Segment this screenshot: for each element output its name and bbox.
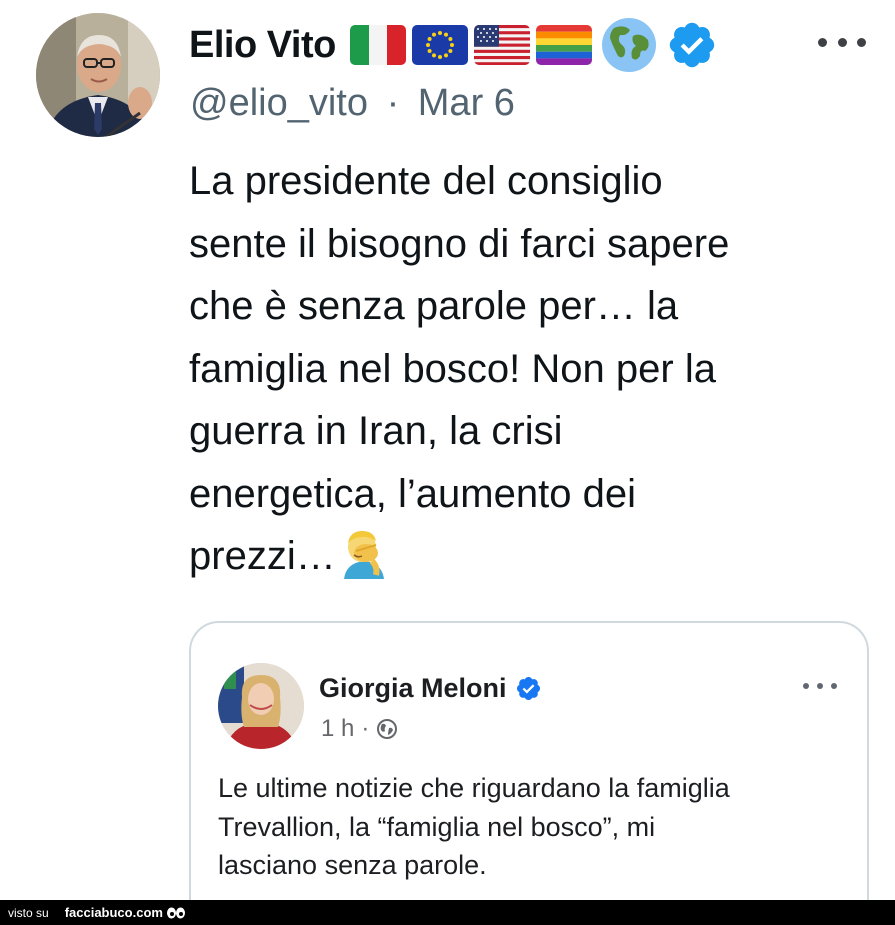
author-display-name[interactable]: Elio Vito (189, 24, 336, 67)
eyes-icon (166, 906, 186, 920)
handle-date-row: @elio_vito · Mar 6 (190, 82, 515, 125)
globe-icon (600, 16, 658, 74)
tweet-text-line: guerra in Iran, la crisi (189, 409, 563, 453)
author-name-row: Elio Vito (189, 14, 718, 76)
tweet-text-last-line: prezzi… (189, 525, 869, 588)
watermark-site[interactable]: facciabuco.com (65, 905, 163, 920)
tweet-text-line: sente il bisogno di farci sapere (189, 221, 730, 266)
tweet-text-line: energetica, l’aumento dei (189, 471, 636, 516)
quote-text-line: Le ultime notizie che riguardano la fami… (218, 773, 730, 803)
verified-icon (666, 19, 718, 71)
quote-meta-row: 1 h · (321, 715, 398, 743)
quote-text-line: lasciano senza parole. (218, 850, 487, 880)
flag-usa-icon (473, 25, 530, 65)
quote-author-avatar[interactable] (218, 663, 304, 749)
tweet-date[interactable]: Mar 6 (418, 82, 515, 124)
quote-text-line: Trevallion, la “famiglia nel bosco”, mi (218, 811, 656, 842)
tweet-page: Elio Vito @elio_vito · Mar 6 La presiden… (0, 0, 895, 925)
flag-eu-icon (411, 25, 468, 65)
author-avatar[interactable] (36, 13, 160, 137)
more-options-icon[interactable] (818, 24, 866, 60)
watermark-bar: visto su facciabuco.com (0, 900, 895, 925)
tweet-text-line: La presidente del consiglio (189, 159, 663, 203)
tweet-text: La presidente del consiglio sente il bis… (189, 150, 869, 588)
tweet-text-line: prezzi… (189, 534, 336, 578)
quoted-post-card[interactable]: Giorgia Meloni 1 h · Le ultime notizie c… (189, 621, 869, 925)
meta-separator: · (386, 82, 400, 124)
verified-icon (515, 675, 542, 702)
quote-time[interactable]: 1 h (321, 715, 354, 743)
author-handle[interactable]: @elio_vito (190, 82, 368, 124)
quote-author-name[interactable]: Giorgia Meloni (319, 673, 507, 704)
flag-rainbow-icon (535, 25, 592, 65)
quote-meta-separator: · (361, 715, 370, 742)
watermark-prefix: visto su (8, 905, 49, 920)
tweet-text-line: famiglia nel bosco! Non per la (189, 346, 716, 391)
tweet-text-line: che è senza parole per… la (189, 284, 679, 328)
flag-italy-icon (349, 25, 406, 65)
globe-icon (376, 718, 398, 740)
quote-more-options-icon[interactable] (803, 681, 837, 691)
quote-name-row: Giorgia Meloni (319, 673, 542, 704)
quote-text: Le ultime notizie che riguardano la fami… (218, 769, 858, 885)
facepalm-icon (342, 529, 386, 579)
